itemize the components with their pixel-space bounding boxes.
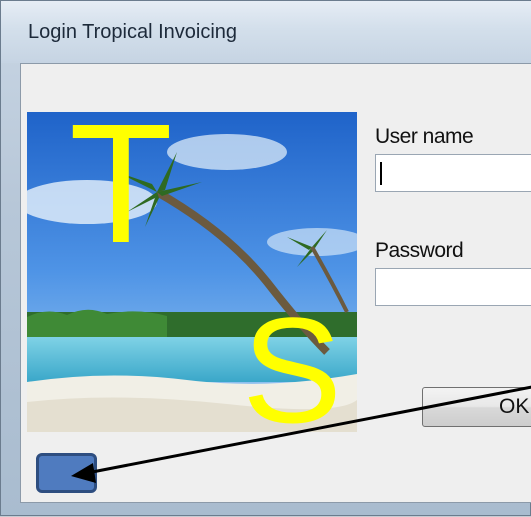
annotation-arrow-icon xyxy=(71,385,531,483)
login-window: Login Tropical Invoicing T S User name P… xyxy=(0,0,531,516)
